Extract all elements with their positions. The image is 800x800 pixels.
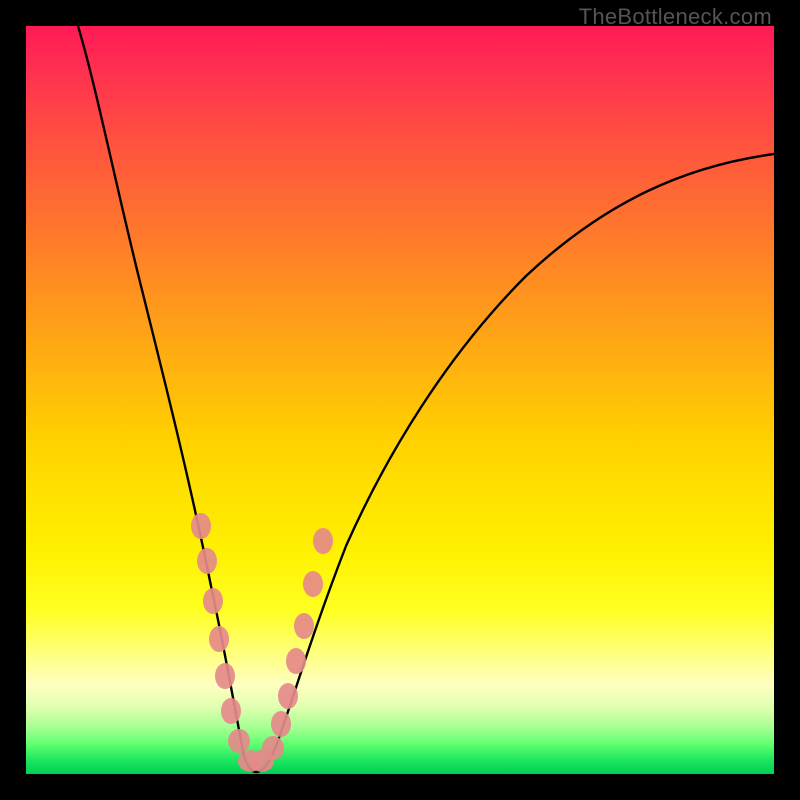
outer-frame: TheBottleneck.com bbox=[0, 0, 800, 800]
curve-left-arm bbox=[78, 26, 256, 772]
curve-right-arm bbox=[256, 154, 774, 772]
chart-svg bbox=[26, 26, 774, 774]
plot-area bbox=[26, 26, 774, 774]
